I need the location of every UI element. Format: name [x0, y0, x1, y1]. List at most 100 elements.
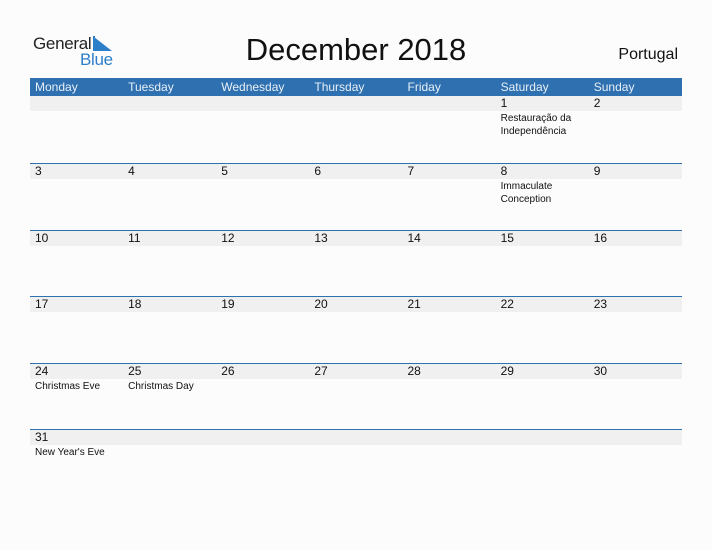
- day-number: 27: [314, 363, 328, 378]
- day-cell: 12: [216, 231, 309, 247]
- weekday-saturday: Saturday: [500, 80, 549, 94]
- week-row: 10 11 12 13 14 15 16: [30, 229, 682, 297]
- day-number: 30: [593, 363, 608, 378]
- day-cell: 22: [496, 297, 589, 313]
- day-cell: 21: [403, 297, 496, 313]
- day-number: 28: [407, 363, 421, 378]
- day-number: 8: [500, 164, 508, 178]
- day-cell: 2: [589, 96, 682, 138]
- calendar-title: December 2018: [245, 32, 467, 67]
- day-number: [35, 96, 123, 111]
- day-cell: 29: [496, 364, 589, 393]
- day-number: [408, 430, 496, 445]
- day-cell: 13: [309, 231, 402, 247]
- day-number: 5: [221, 164, 228, 178]
- day-number: [408, 96, 496, 111]
- day-cell: 7: [403, 164, 496, 206]
- day-cell: [216, 96, 309, 138]
- day-number: 3: [35, 164, 42, 178]
- week-cells: 3 4 5 6 7 8 Immaculate Conception 9: [30, 164, 682, 206]
- day-cell: 1 Restauração da Independência: [496, 96, 589, 138]
- day-number: 11: [128, 230, 141, 245]
- day-number: 26: [221, 363, 235, 378]
- day-number: 1: [500, 96, 508, 110]
- day-number: 17: [35, 297, 49, 311]
- day-cell: 26: [216, 364, 309, 393]
- day-number: 29: [500, 363, 514, 378]
- day-cell: 11: [123, 231, 216, 247]
- day-cell: 23: [589, 297, 682, 313]
- weekday-friday: Friday: [407, 80, 441, 94]
- country-label: Portugal: [618, 46, 678, 63]
- holiday-label: Restauração da Independência: [500, 113, 572, 137]
- holiday-label: Immaculate Conception: [500, 181, 553, 205]
- day-cell: 17: [30, 297, 123, 313]
- week-cells: 31 New Year's Eve: [30, 430, 682, 459]
- day-number: [501, 430, 589, 445]
- day-number: 6: [314, 164, 322, 178]
- day-cell: 28: [403, 364, 496, 393]
- day-number: 18: [128, 297, 142, 311]
- day-number: 12: [221, 230, 235, 245]
- day-cell: 6: [309, 164, 402, 206]
- week-row: 3 4 5 6 7 8 Immaculate Conception 9: [30, 163, 682, 230]
- day-number: 22: [500, 297, 514, 311]
- day-number: 31: [35, 430, 49, 444]
- day-number: 15: [500, 230, 514, 245]
- day-number: [314, 430, 402, 445]
- day-number: 24: [35, 363, 49, 378]
- week-cells: 10 11 12 13 14 15 16: [30, 231, 682, 247]
- day-number: 20: [314, 297, 328, 311]
- day-cell: 8 Immaculate Conception: [496, 164, 589, 206]
- day-number: 19: [221, 297, 235, 311]
- week-row: 24 Christmas Eve 25 Christmas Day 26 27 28 29 30: [30, 362, 682, 430]
- day-cell: [30, 96, 123, 138]
- day-cell: [123, 430, 216, 459]
- day-cell: 15: [496, 231, 589, 247]
- day-cell: [589, 430, 682, 459]
- day-number: [128, 430, 216, 445]
- weekday-sunday: Sunday: [593, 80, 635, 94]
- day-cell: [496, 430, 589, 459]
- holiday-label: New Year's Eve: [35, 447, 105, 458]
- day-number: [221, 96, 309, 111]
- day-number: [221, 430, 309, 445]
- day-cell: 31 New Year's Eve: [30, 430, 123, 459]
- day-number: 9: [593, 164, 601, 178]
- day-number: 21: [407, 297, 421, 311]
- day-number: 16: [593, 230, 608, 245]
- day-number: 25: [128, 363, 142, 378]
- day-number: 10: [35, 230, 49, 245]
- day-cell: 27: [309, 364, 402, 393]
- day-cell: 24 Christmas Eve: [30, 364, 123, 393]
- day-cell: 3: [30, 164, 123, 206]
- week-cells: 1 Restauração da Independência 2: [30, 96, 682, 138]
- weekday-wednesday: Wednesday: [221, 80, 285, 94]
- weekday-monday: Monday: [35, 80, 78, 94]
- weeks-container: 1 Restauração da Independência 2 3 4 5 6 7 8 Imma…: [30, 96, 682, 496]
- day-cell: 10: [30, 231, 123, 247]
- day-cell: 25 Christmas Day: [123, 364, 216, 393]
- holiday-label: Christmas Day: [128, 380, 194, 392]
- week-cells: 17 18 19 20 21 22 23: [30, 297, 682, 313]
- day-number: [128, 96, 216, 111]
- day-number: 14: [407, 230, 421, 245]
- day-cell: [123, 96, 216, 138]
- weekday-thursday: Thursday: [314, 80, 365, 94]
- holiday-label: Christmas Eve: [35, 380, 101, 392]
- day-cell: [403, 96, 496, 138]
- day-cell: 16: [589, 231, 682, 247]
- day-cell: 5: [216, 164, 309, 206]
- day-number: 4: [128, 164, 135, 178]
- week-row: 17 18 19 20 21 22 23: [30, 296, 682, 363]
- day-number: [594, 430, 682, 445]
- day-number: [314, 96, 402, 111]
- week-row: 1 Restauração da Independência 2: [30, 96, 682, 163]
- calendar-grid: Monday Tuesday Wednesday Thursday Friday…: [30, 78, 682, 496]
- day-number: 2: [593, 96, 601, 110]
- day-number: 7: [407, 164, 415, 178]
- day-cell: 30: [589, 364, 682, 393]
- day-number: 13: [314, 230, 328, 245]
- day-cell: [309, 430, 402, 459]
- weekday-tuesday: Tuesday: [128, 80, 174, 94]
